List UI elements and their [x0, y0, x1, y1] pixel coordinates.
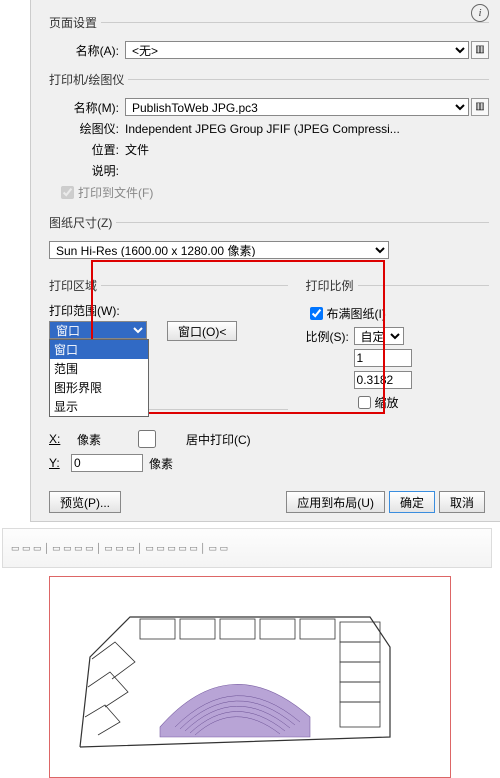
plotter-location-value: 文件 [125, 141, 489, 158]
plot-range-option-extents[interactable]: 范围 [50, 359, 148, 378]
scale-unit2-input[interactable] [354, 371, 412, 389]
ok-button[interactable]: 确定 [389, 491, 435, 513]
paper-size-select[interactable]: Sun Hi-Res (1600.00 x 1280.00 像素) [49, 241, 389, 259]
page-setup-group: 页面设置 名称(A): <无> ▥ [49, 14, 489, 65]
plot-area-legend: 打印区域 [49, 277, 101, 294]
plot-range-select[interactable]: 窗口 [49, 321, 147, 339]
plotter-legend: 打印机/绘图仪 [49, 71, 128, 88]
info-icon[interactable]: i [471, 4, 489, 22]
offset-x-unit: 像素 [77, 431, 101, 448]
plotter-device-value: Independent JPEG Group JFIF (JPEG Compre… [125, 122, 489, 136]
plotter-device-label: 绘图仪: [49, 120, 125, 137]
floorplan-drawing [60, 587, 416, 767]
offset-y-unit: 像素 [149, 455, 173, 472]
plot-preview-frame [49, 576, 451, 778]
plot-dialog: i 页面设置 名称(A): <无> ▥ 打印机/绘图仪 名称(M): Publi… [30, 0, 500, 522]
plotter-desc-label: 说明: [49, 162, 125, 179]
plot-range-label: 打印范围(W): [49, 302, 288, 319]
cancel-button[interactable]: 取消 [439, 491, 485, 513]
plotter-location-label: 位置: [49, 141, 125, 158]
center-plot-label: 居中打印(C) [186, 431, 251, 448]
center-plot-checkbox[interactable] [111, 430, 183, 448]
offset-y-input[interactable] [71, 454, 143, 472]
fit-to-paper-label: 布满图纸(I) [327, 305, 386, 322]
scale-ratio-select[interactable]: 自定义 [354, 327, 404, 345]
page-name-browse-button[interactable]: ▥ [471, 41, 489, 59]
plot-scale-legend: 打印比例 [306, 277, 358, 294]
paper-size-group: 图纸尺寸(Z) Sun Hi-Res (1600.00 x 1280.00 像素… [49, 214, 489, 265]
preview-button[interactable]: 预览(P)... [49, 491, 121, 513]
page-setup-legend: 页面设置 [49, 14, 101, 31]
plot-range-option-limits[interactable]: 图形界限 [50, 378, 148, 397]
scale-ratio-label: 比例(S): [306, 328, 354, 345]
plotter-name-select[interactable]: PublishToWeb JPG.pc3 [125, 98, 469, 116]
fit-to-paper-checkbox[interactable] [310, 307, 323, 320]
plot-range-option-window[interactable]: 窗口 [50, 340, 148, 359]
print-to-file-checkbox [61, 186, 74, 199]
page-name-select[interactable]: <无> [125, 41, 469, 59]
ribbon-toolbar[interactable]: ▭ ▭ ▭ │ ▭ ▭ ▭ ▭ │ ▭ ▭ ▭ │ ▭ ▭ ▭ ▭ ▭ │ ▭ … [2, 528, 492, 568]
apply-to-layout-button[interactable]: 应用到布局(U) [286, 491, 385, 513]
plot-scale-group: 打印比例 布满图纸(I) 比例(S): 自定义 [306, 277, 489, 418]
plotter-group: 打印机/绘图仪 名称(M): PublishToWeb JPG.pc3 ▥ 绘图… [49, 71, 489, 208]
offset-x-label: X: [49, 432, 71, 446]
scale-lineweights-checkbox[interactable] [358, 396, 371, 409]
plotter-properties-button[interactable]: ▥ [471, 98, 489, 116]
scale-unit1-input[interactable] [354, 349, 412, 367]
scale-lineweights-label: 缩放 [375, 394, 399, 411]
plot-area-group: 打印区域 打印范围(W): 窗口 窗口 范围 图形界限 显示 [49, 277, 288, 343]
print-to-file-label: 打印到文件(F) [78, 184, 153, 201]
window-pick-button[interactable]: 窗口(O)< [167, 321, 237, 341]
plotter-name-label: 名称(M): [49, 99, 125, 116]
paper-size-legend: 图纸尺寸(Z) [49, 214, 116, 231]
offset-y-label: Y: [49, 456, 71, 470]
plot-range-option-display[interactable]: 显示 [50, 397, 148, 416]
page-name-label: 名称(A): [49, 42, 125, 59]
plot-range-listbox[interactable]: 窗口 范围 图形界限 显示 [49, 339, 149, 417]
